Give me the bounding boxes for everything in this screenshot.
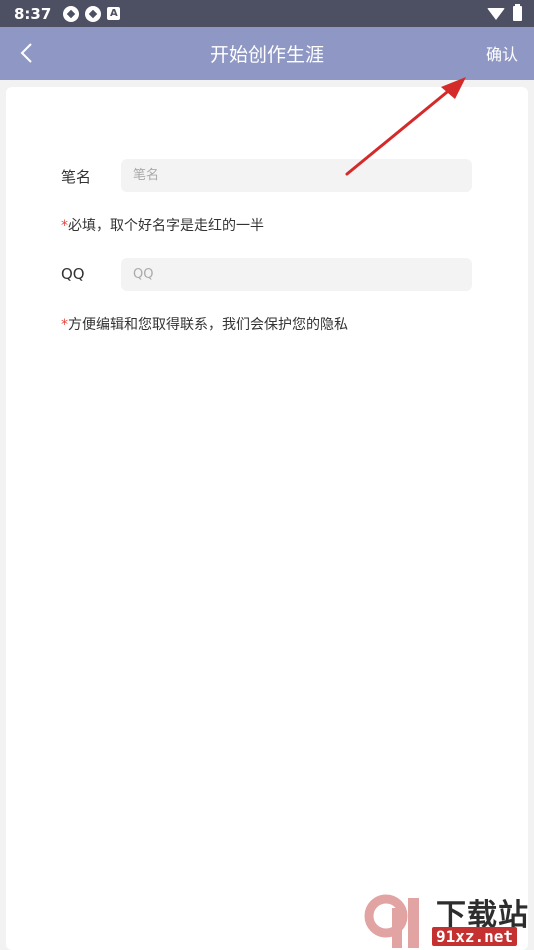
pen-name-label: 笔名: [61, 168, 92, 186]
a-icon: A: [107, 7, 121, 20]
status-icons-left: A: [63, 5, 121, 22]
qq-label: QQ: [61, 265, 85, 283]
chevron-left-icon[interactable]: [10, 37, 42, 69]
nav-bar: 开始创作生涯 确认: [0, 27, 534, 80]
app-notification-icon: [63, 5, 80, 22]
qq-hint: *方便编辑和您取得联系，我们会保护您的隐私: [61, 314, 348, 334]
pen-name-hint-text: 必填，取个好名字是走红的一半: [68, 218, 264, 234]
pen-name-input[interactable]: [121, 159, 472, 192]
wifi-icon: [487, 7, 505, 20]
site-watermark: 下载站 91xz.net: [356, 890, 534, 950]
watermark-logo-icon: [364, 894, 419, 948]
form-card: 笔名 *必填，取个好名字是走红的一半 QQ *方便编辑和您取得联系，我们会保护您…: [6, 87, 528, 950]
required-star: *: [61, 317, 68, 333]
status-bar: 8:37 A: [0, 0, 534, 27]
qq-input[interactable]: [121, 258, 472, 291]
pen-name-hint: *必填，取个好名字是走红的一半: [61, 215, 264, 235]
battery-icon: [513, 4, 522, 21]
confirm-button[interactable]: 确认: [486, 41, 518, 65]
watermark-site: 91xz.net: [432, 927, 518, 946]
status-icons-right: [487, 4, 522, 21]
page-title: 开始创作生涯: [209, 44, 324, 66]
app-notification-icon: [85, 5, 102, 22]
required-star: *: [61, 218, 68, 234]
qq-hint-text: 方便编辑和您取得联系，我们会保护您的隐私: [68, 317, 348, 333]
status-time: 8:37: [14, 4, 52, 23]
